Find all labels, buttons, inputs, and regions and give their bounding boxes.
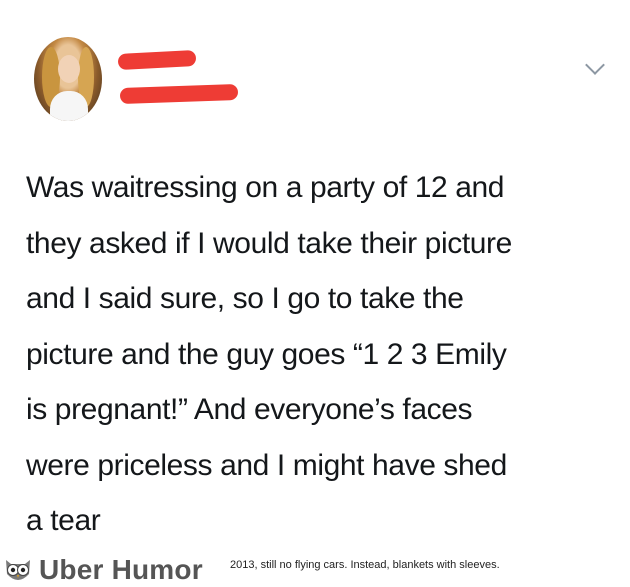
chevron-down-icon[interactable]: [585, 55, 605, 75]
brand-tagline: 2013, still no flying cars. Instead, bla…: [230, 559, 500, 571]
watermark-footer: Uber Humor 2013, still no flying cars. I…: [0, 550, 630, 587]
redacted-username: [119, 83, 239, 105]
tweet-text: Was waitressing on a party of 12 and the…: [26, 171, 512, 537]
redacted-display-name: [117, 49, 197, 71]
profile-avatar[interactable]: [34, 37, 102, 121]
owl-icon: [6, 560, 30, 580]
brand-name: Uber Humor: [39, 554, 203, 585]
